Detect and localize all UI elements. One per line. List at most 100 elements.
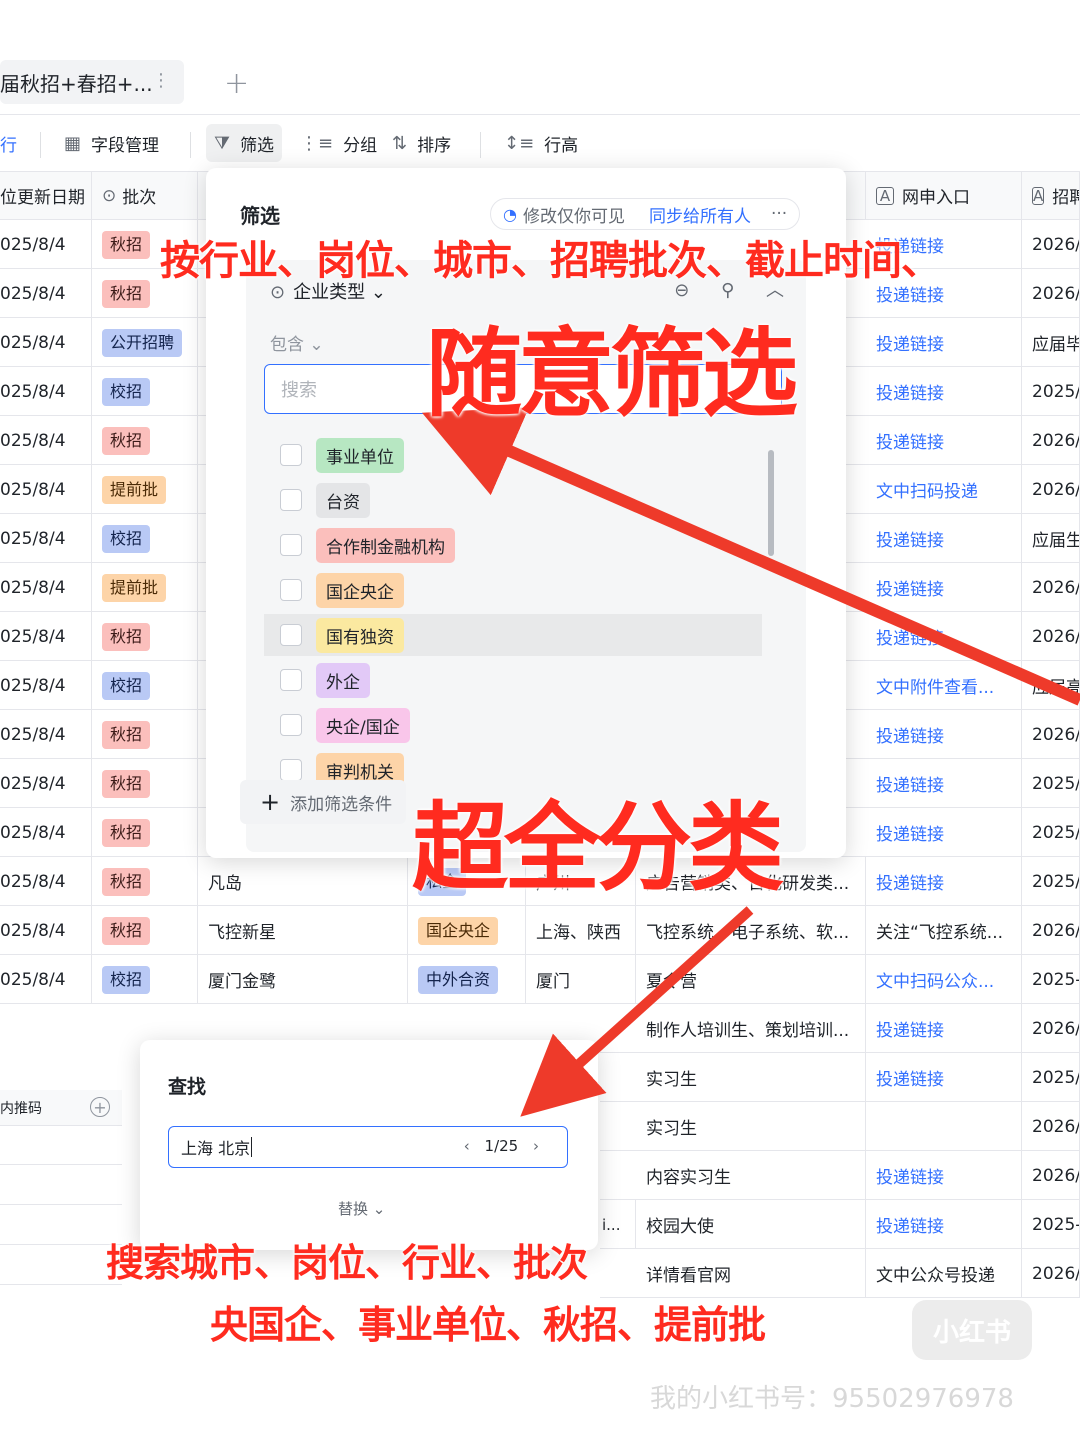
option-checkbox[interactable] — [280, 579, 302, 601]
cell-apply[interactable]: 文中公众号投递 — [866, 1249, 1022, 1298]
cell-apply[interactable]: 投递链接 — [866, 808, 1022, 857]
cell-apply[interactable]: 文中扫码公众... — [866, 955, 1022, 1004]
cell-batch[interactable]: 秋招 — [92, 612, 198, 661]
cell-last[interactable]: 2026/ — [1022, 906, 1080, 955]
cell-date[interactable]: 025/8/4 — [0, 269, 92, 318]
cell-job[interactable]: 实习生 — [636, 1053, 866, 1102]
cell-job[interactable]: 校园大使 — [636, 1200, 866, 1249]
cell-batch[interactable]: 提前批 — [92, 563, 198, 612]
cell-last[interactable]: 2026/ — [1022, 710, 1080, 759]
cell-truncated[interactable]: i... — [600, 1200, 636, 1249]
cell-apply[interactable]: 投递链接 — [866, 1151, 1022, 1200]
close-icon[interactable]: × — [549, 1072, 564, 1093]
cell-apply[interactable]: 投递链接 — [866, 514, 1022, 563]
cell-last[interactable]: 2026/ — [1022, 465, 1080, 514]
sync-to-all-button[interactable]: 同步给所有人 — [649, 202, 751, 227]
table-row[interactable]: 内容实习生 投递链接 2026/ — [600, 1151, 1080, 1200]
filter-option[interactable]: 外企 — [264, 659, 762, 701]
cell-date[interactable]: 025/8/4 — [0, 955, 92, 1004]
column-header-referral[interactable]: 内推码 + — [0, 1090, 122, 1126]
cell-apply[interactable] — [866, 1102, 1022, 1151]
apply-link[interactable]: 文中扫码投递 — [876, 477, 978, 502]
apply-link[interactable]: 投递链接 — [876, 820, 944, 845]
toolbar-group-button[interactable]: ⋮≡ 分组 — [300, 124, 377, 162]
cell-apply[interactable]: 投递链接 — [866, 1200, 1022, 1249]
cell-apply[interactable]: 关注“飞控系统... — [866, 906, 1022, 955]
apply-link[interactable]: 投递链接 — [876, 575, 944, 600]
apply-link[interactable]: 文中公众号投递 — [876, 1261, 995, 1286]
tab-more-icon[interactable]: ⋮ — [152, 70, 170, 91]
cell-date[interactable]: 025/8/4 — [0, 514, 92, 563]
apply-link[interactable]: 文中附件查看... — [876, 673, 994, 698]
cell-job[interactable]: 内容实习生 — [636, 1151, 866, 1200]
filter-operator-select[interactable]: 包含 ⌄ — [270, 330, 324, 355]
cell-apply[interactable]: 文中附件查看... — [866, 661, 1022, 710]
cell-date[interactable]: 025/8/4 — [0, 367, 92, 416]
cell-last[interactable]: 2025/ — [1022, 367, 1080, 416]
apply-link[interactable]: 投递链接 — [876, 330, 944, 355]
table-row[interactable]: 025/8/4 校招 厦门金鹭 中外合资 厦门 夏令营 文中扫码公众... 2025- — [0, 955, 1080, 1004]
cell-city[interactable]: 上海、陕西 — [526, 906, 636, 955]
table-row[interactable]: i... 校园大使 投递链接 2025- — [600, 1200, 1080, 1249]
table-row[interactable]: 详情看官网 文中公众号投递 2026/ — [600, 1249, 1080, 1298]
cell-last[interactable]: 2026/ — [1022, 1102, 1080, 1151]
cell-batch[interactable]: 提前批 — [92, 465, 198, 514]
apply-link[interactable]: 投递链接 — [876, 1016, 944, 1041]
cell-last[interactable]: 2026/ — [1022, 1004, 1080, 1053]
toolbar-rowheight-button[interactable]: ↕≡ 行高 — [504, 124, 578, 162]
cell-last[interactable]: 2026/ — [1022, 269, 1080, 318]
filter-option[interactable]: 台资 — [264, 479, 762, 521]
column-header-date[interactable]: 位更新日期 — [0, 172, 92, 220]
cell-last[interactable]: 2026/ — [1022, 1249, 1080, 1298]
apply-link[interactable]: 投递链接 — [876, 1212, 944, 1237]
cell-date[interactable]: 025/8/4 — [0, 857, 92, 906]
cell-apply[interactable]: 投递链接 — [866, 318, 1022, 367]
cell-last[interactable]: 2025/ — [1022, 857, 1080, 906]
cell-apply[interactable]: 投递链接 — [866, 857, 1022, 906]
apply-link[interactable]: 投递链接 — [876, 1163, 944, 1188]
add-filter-condition-button[interactable]: + 添加筛选条件 — [240, 780, 407, 824]
apply-link[interactable]: 投递链接 — [876, 526, 944, 551]
tab-active[interactable]: 届秋招+春招+... ⋮ — [0, 60, 184, 104]
replace-toggle[interactable]: 替换 ⌄ — [338, 1198, 385, 1219]
toolbar-fields-button[interactable]: ▦ 字段管理 — [64, 124, 159, 162]
cell-batch[interactable]: 公开招聘 — [92, 318, 198, 367]
apply-link[interactable]: 文中扫码公众... — [876, 967, 994, 992]
table-row[interactable]: 025/8/4 秋招 飞控新星 国企央企 上海、陕西 飞控系统、电子系统、软... 关注“飞… — [0, 906, 1080, 955]
find-input[interactable]: 上海 北京 ‹ 1/25 › — [168, 1126, 568, 1168]
cell-last[interactable]: 应届高 — [1022, 661, 1080, 710]
apply-link[interactable]: 投递链接 — [876, 379, 944, 404]
cell-date[interactable]: 025/8/4 — [0, 612, 92, 661]
option-checkbox[interactable] — [280, 624, 302, 646]
column-header-apply[interactable]: A 网申入口 — [866, 172, 1022, 220]
cell-date[interactable]: 025/8/4 — [0, 661, 92, 710]
apply-link[interactable]: 投递链接 — [876, 869, 944, 894]
cell-company[interactable]: 飞控新星 — [198, 906, 408, 955]
add-column-icon[interactable]: + — [90, 1097, 110, 1117]
apply-link[interactable]: 投递链接 — [876, 428, 944, 453]
apply-link[interactable]: 投递链接 — [876, 722, 944, 747]
toolbar-filter-button[interactable]: ⧩ 筛选 — [206, 124, 283, 162]
filter-option[interactable]: 国有独资 — [264, 614, 762, 656]
more-icon[interactable]: ··· — [771, 204, 787, 224]
apply-link[interactable]: 投递链接 — [876, 1065, 944, 1090]
cell-batch[interactable]: 秋招 — [92, 710, 198, 759]
cell-last[interactable]: 2025/ — [1022, 808, 1080, 857]
cell-date[interactable]: 025/8/4 — [0, 318, 92, 367]
cell-apply[interactable]: 文中扫码投递 — [866, 465, 1022, 514]
cell-last[interactable]: 2026/ — [1022, 416, 1080, 465]
cell-apply[interactable]: 投递链接 — [866, 612, 1022, 661]
cell-date[interactable]: 025/8/4 — [0, 220, 92, 269]
cell-apply[interactable]: 投递链接 — [866, 416, 1022, 465]
prev-result-icon[interactable]: ‹ — [464, 1137, 470, 1155]
column-header-last[interactable]: A 招聘 — [1022, 172, 1080, 220]
cell-date[interactable]: 025/8/4 — [0, 563, 92, 612]
filter-option[interactable]: 合作制金融机构 — [264, 524, 762, 566]
option-checkbox[interactable] — [280, 489, 302, 511]
table-row[interactable]: 实习生 2026/ — [600, 1102, 1080, 1151]
cell-batch[interactable]: 校招 — [92, 661, 198, 710]
cell-last[interactable]: 2025/ — [1022, 759, 1080, 808]
cell-date[interactable]: 025/8/4 — [0, 906, 92, 955]
cell-apply[interactable]: 投递链接 — [866, 367, 1022, 416]
column-header-batch[interactable]: ⊙ 批次 — [92, 172, 198, 220]
